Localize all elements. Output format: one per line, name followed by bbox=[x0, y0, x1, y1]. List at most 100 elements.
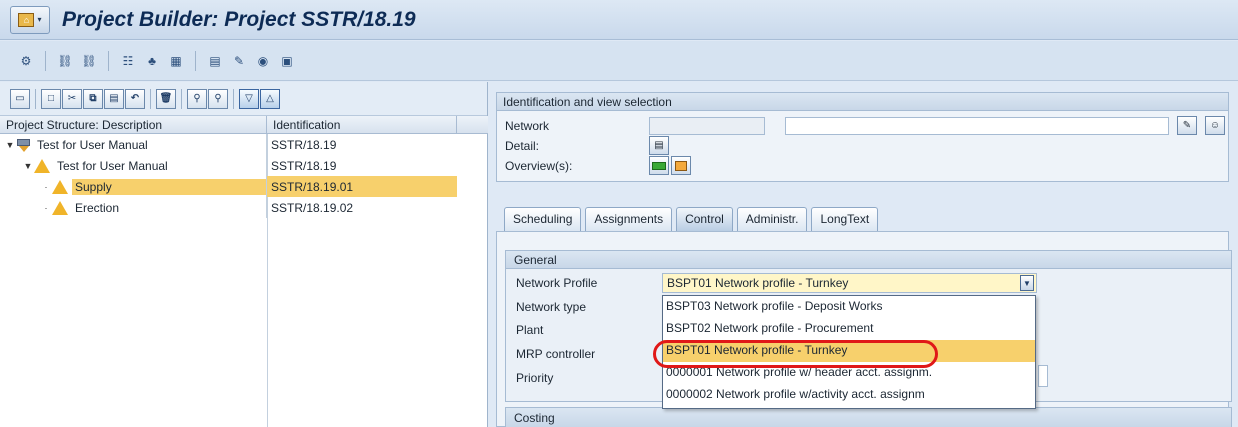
project-definition-icon bbox=[16, 138, 30, 152]
activity-warning-icon bbox=[52, 179, 68, 194]
toolbar-separator bbox=[150, 88, 151, 109]
tree-item-id: SSTR/18.19.01 bbox=[267, 176, 457, 197]
tab-scheduling[interactable]: Scheduling bbox=[504, 207, 582, 231]
dropdown-option[interactable]: 0000002 Network profile w/activity acct.… bbox=[663, 384, 1035, 406]
structure-toolbar: ▭ □ ✂ ⧉ ▤ ↶ 🗑 ⚲ ⚲ ▽ △ bbox=[0, 82, 487, 116]
link-icon[interactable]: ⛓ bbox=[55, 51, 75, 71]
graphic-icon bbox=[675, 160, 687, 171]
window-title: Project Builder: Project SSTR/18.19 bbox=[62, 7, 416, 31]
title-bar: ⌂ ▾ Project Builder: Project SSTR/18.19 bbox=[0, 0, 1238, 40]
expand-toggle-icon[interactable]: ▼ bbox=[4, 140, 16, 150]
toolbar-separator bbox=[35, 88, 36, 109]
toolbar-separator bbox=[181, 88, 182, 109]
structure-icon[interactable]: ♣ bbox=[142, 51, 162, 71]
tree-item-id: SSTR/18.19.02 bbox=[271, 200, 354, 215]
sap-logo-icon: ⌂ bbox=[18, 12, 35, 27]
application-toolbar: ⚙ ⛓ ⛓ ☷ ♣ ▦ ▤ ✎ ◉ ▣ bbox=[0, 41, 1238, 81]
save-icon[interactable]: ▣ bbox=[277, 51, 297, 71]
tree-cell-description: ▼ Test for User Manual bbox=[0, 134, 267, 155]
identification-title: Identification and view selection bbox=[497, 93, 1228, 111]
control-tab-panel: General Network Profile Network type Pla… bbox=[496, 231, 1232, 427]
tree-item-id: SSTR/18.19 bbox=[271, 137, 337, 152]
tree-cell-description: · Erection bbox=[0, 197, 267, 218]
cut-icon[interactable]: ✂ bbox=[62, 88, 82, 109]
create-icon[interactable]: □ bbox=[41, 88, 61, 109]
tree-row[interactable]: ▼ Test for User Manual SSTR/18.19 bbox=[0, 134, 488, 155]
tab-assignments[interactable]: Assignments bbox=[585, 207, 673, 231]
unlink-icon[interactable]: ⛓ bbox=[79, 51, 99, 71]
detail-view-icon[interactable]: ▤ bbox=[649, 136, 669, 155]
network-number-field[interactable] bbox=[649, 117, 765, 135]
find-icon[interactable]: ⚲ bbox=[187, 88, 207, 109]
network-description-field[interactable] bbox=[785, 117, 1169, 135]
priority-label: Priority bbox=[516, 371, 554, 385]
general-group: General Network Profile Network type Pla… bbox=[505, 250, 1232, 409]
toolbar-separator bbox=[195, 50, 196, 71]
hierarchy-icon[interactable]: ☷ bbox=[118, 51, 138, 71]
leaf-dot-icon: · bbox=[44, 202, 48, 213]
tab-administr[interactable]: Administr. bbox=[736, 207, 808, 231]
settings-icon[interactable]: ◉ bbox=[253, 51, 273, 71]
edit-icon[interactable]: ✎ bbox=[1177, 116, 1197, 135]
detail-pane: Identification and view selection Networ… bbox=[492, 82, 1238, 427]
dropdown-option[interactable]: BSPT02 Network profile - Procurement bbox=[663, 318, 1035, 340]
table-icon[interactable]: ▤ bbox=[205, 51, 225, 71]
tree-item-label: Erection bbox=[75, 200, 120, 215]
column-header-description[interactable]: Project Structure: Description bbox=[0, 116, 267, 133]
project-tree: ▼ Test for User Manual SSTR/18.19 ▼ Test… bbox=[0, 134, 488, 218]
tab-strip: Scheduling Assignments Control Administr… bbox=[504, 207, 880, 231]
graphic-icon[interactable]: ▦ bbox=[166, 51, 186, 71]
tab-longtext[interactable]: LongText bbox=[811, 207, 879, 231]
leaf-dot-icon: · bbox=[44, 181, 48, 192]
edit-icon[interactable]: ✎ bbox=[229, 51, 249, 71]
identification-box: Identification and view selection Networ… bbox=[496, 92, 1229, 182]
open-icon[interactable]: ▭ bbox=[10, 88, 30, 109]
column-header-identification[interactable]: Identification bbox=[267, 116, 457, 133]
display-change-icon[interactable]: ⚙ bbox=[16, 51, 36, 71]
tree-row[interactable]: · Supply SSTR/18.19.01 bbox=[0, 176, 488, 197]
tree-row[interactable]: ▼ Test for User Manual SSTR/18.19 bbox=[0, 155, 488, 176]
overview-graphic-icon[interactable] bbox=[671, 156, 691, 175]
plant-label: Plant bbox=[516, 323, 544, 337]
paste-icon[interactable]: ▤ bbox=[104, 88, 124, 109]
network-profile-value: BSPT01 Network profile - Turnkey bbox=[667, 276, 849, 290]
tree-item-id: SSTR/18.19 bbox=[271, 158, 337, 173]
copy-icon[interactable]: ⧉ bbox=[83, 88, 103, 109]
network-profile-label: Network Profile bbox=[516, 276, 598, 290]
tree-item-label: Test for User Manual bbox=[37, 137, 148, 152]
toolbar-separator bbox=[45, 50, 46, 71]
delete-icon[interactable]: 🗑 bbox=[156, 88, 176, 109]
mrp-controller-label: MRP controller bbox=[516, 347, 596, 361]
tree-cell-description: · Supply bbox=[0, 176, 267, 197]
collapse-icon[interactable]: △ bbox=[260, 88, 280, 109]
user-icon[interactable]: ☺ bbox=[1205, 116, 1225, 135]
tab-control[interactable]: Control bbox=[676, 207, 733, 231]
expand-toggle-icon[interactable]: ▼ bbox=[22, 161, 34, 171]
network-label: Network bbox=[505, 119, 550, 133]
project-structure-pane: ▭ □ ✂ ⧉ ▤ ↶ 🗑 ⚲ ⚲ ▽ △ Project Structure:… bbox=[0, 82, 488, 427]
undo-icon[interactable]: ↶ bbox=[125, 88, 145, 109]
tree-item-label: Test for User Manual bbox=[57, 158, 168, 173]
toolbar-separator bbox=[108, 50, 109, 71]
expand-icon[interactable]: ▽ bbox=[239, 88, 259, 109]
app-menu-button[interactable]: ⌂ ▾ bbox=[10, 5, 50, 34]
network-warning-icon bbox=[34, 158, 50, 173]
find-next-icon[interactable]: ⚲ bbox=[208, 88, 228, 109]
tree-item-label: Supply bbox=[72, 178, 266, 195]
costing-group-title: Costing bbox=[505, 407, 1232, 427]
chevron-down-icon: ▾ bbox=[37, 15, 42, 24]
highlight-annotation bbox=[653, 340, 938, 368]
network-profile-dropdown[interactable]: BSPT01 Network profile - Turnkey ▼ bbox=[662, 273, 1037, 293]
priority-field[interactable] bbox=[1038, 365, 1048, 387]
green-bar-icon bbox=[652, 161, 666, 170]
overview-green-icon[interactable] bbox=[649, 156, 669, 175]
general-title: General bbox=[506, 251, 1231, 269]
network-type-label: Network type bbox=[516, 300, 587, 314]
toolbar-separator bbox=[233, 88, 234, 109]
tree-header: Project Structure: Description Identific… bbox=[0, 116, 488, 134]
detail-label: Detail: bbox=[505, 139, 540, 153]
dropdown-option[interactable]: BSPT03 Network profile - Deposit Works bbox=[663, 296, 1035, 318]
tree-row[interactable]: · Erection SSTR/18.19.02 bbox=[0, 197, 488, 218]
chevron-down-icon[interactable]: ▼ bbox=[1020, 275, 1034, 291]
tree-cell-description: ▼ Test for User Manual bbox=[0, 155, 267, 176]
